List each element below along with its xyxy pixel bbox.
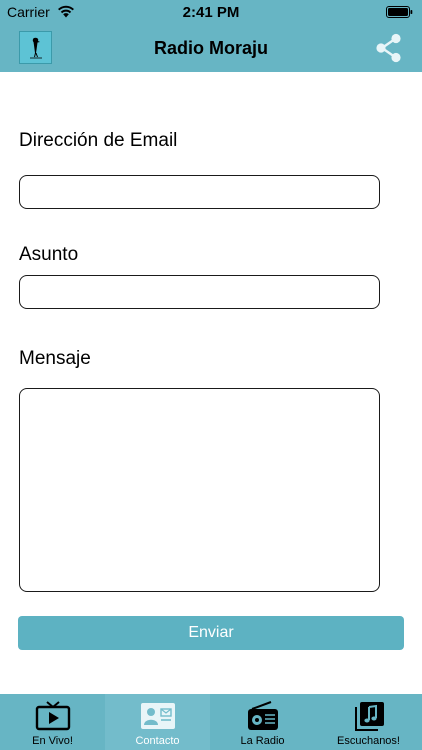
tab-contacto[interactable]: Contacto [105, 694, 210, 750]
share-icon[interactable] [374, 32, 404, 64]
email-field[interactable] [19, 175, 380, 209]
tab-en-vivo[interactable]: En Vivo! [0, 694, 105, 750]
top-bar: Carrier 2:41 PM Radio Moraju [0, 0, 422, 72]
send-button[interactable]: Enviar [18, 616, 404, 650]
tv-icon [35, 701, 70, 731]
tab-escuchanos[interactable]: Escuchanos! [315, 694, 422, 750]
tab-label: En Vivo! [32, 735, 73, 747]
tab-la-radio[interactable]: La Radio [210, 694, 315, 750]
tab-label: Contacto [135, 735, 180, 747]
radio-icon [247, 701, 278, 730]
contact-card-icon [140, 703, 175, 729]
subject-field[interactable] [19, 275, 380, 309]
message-label: Mensaje [19, 348, 91, 369]
tab-label: La Radio [240, 735, 285, 747]
subject-label: Asunto [19, 244, 79, 265]
message-field[interactable] [19, 388, 380, 592]
tab-bar: En Vivo! Contacto La Radio Escuchanos! [0, 694, 422, 750]
battery-icon [386, 6, 413, 18]
status-bar: Carrier 2:41 PM [0, 0, 422, 24]
page-title: Radio Moraju [153, 38, 268, 58]
email-label: Dirección de Email [19, 130, 178, 151]
navigation-bar: Radio Moraju [0, 24, 422, 72]
music-note-icon [354, 702, 384, 731]
contact-screen: Carrier 2:41 PM Radio Moraju Dirección d… [0, 0, 422, 750]
status-time: 2:41 PM [182, 4, 240, 21]
tab-label: Escuchanos! [337, 735, 400, 747]
